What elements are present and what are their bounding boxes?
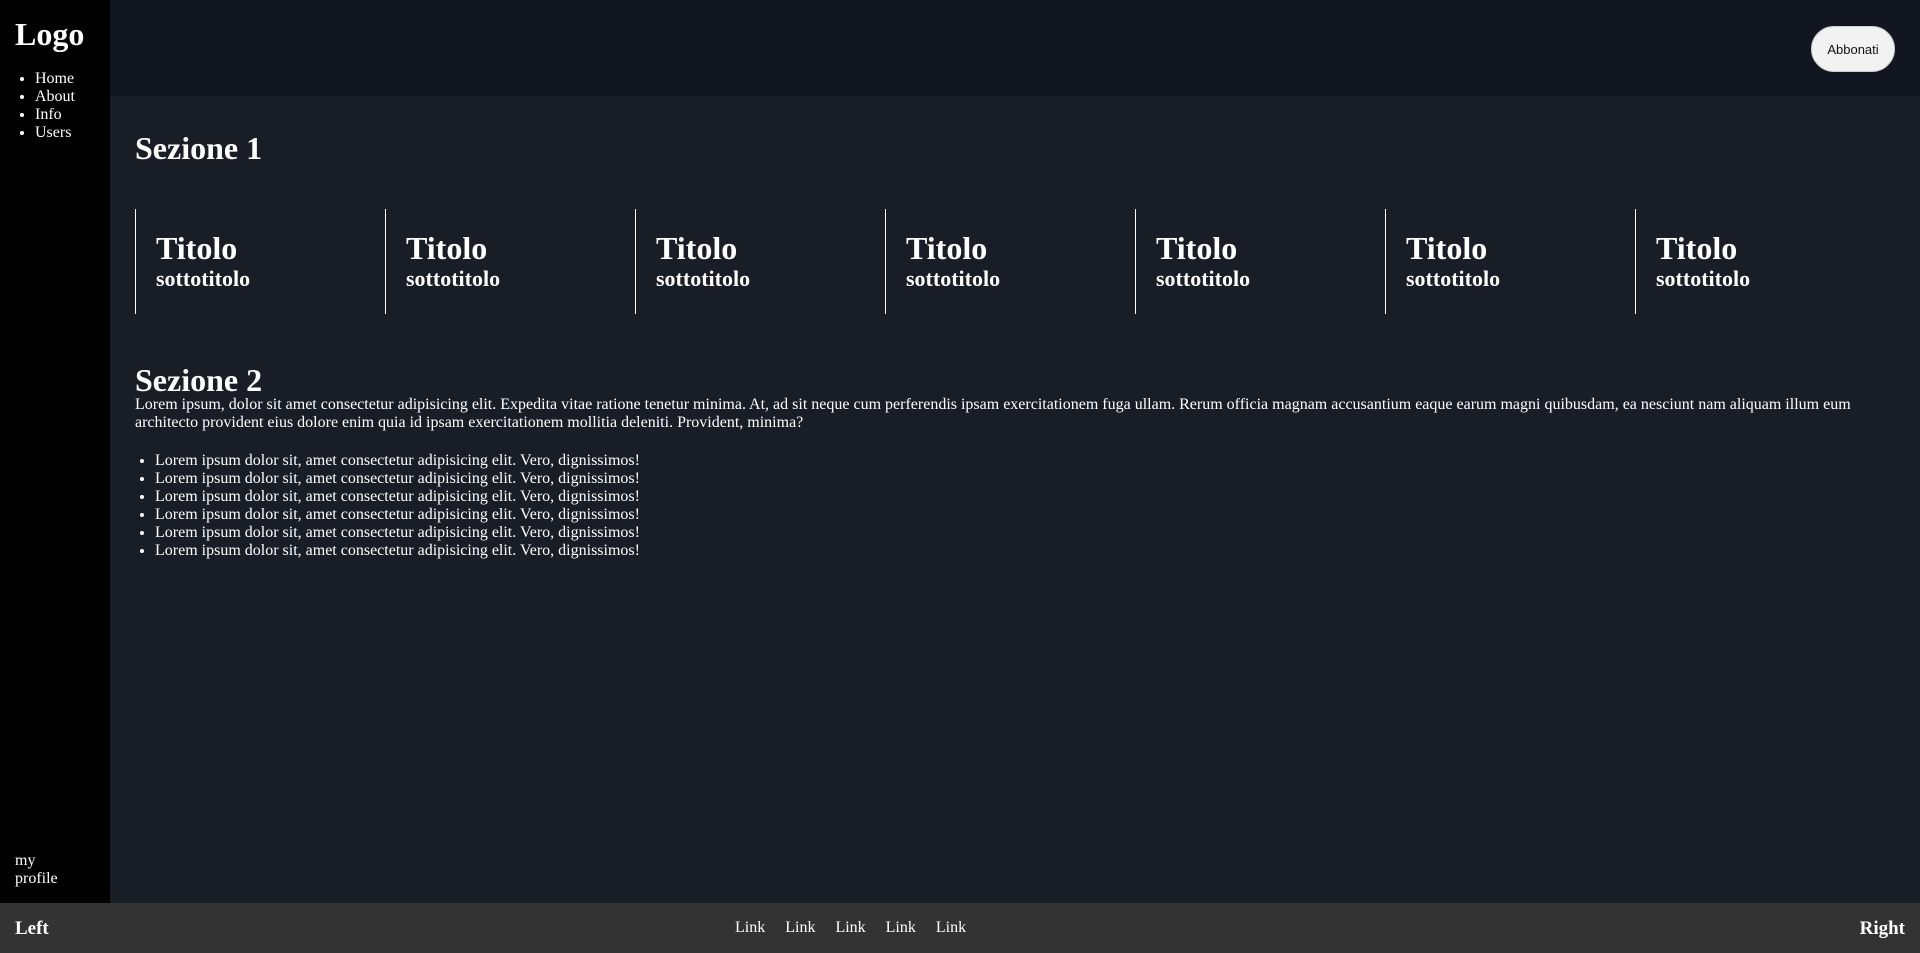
app-root: Logo Home About Info Users my profile Ab…: [0, 0, 1920, 953]
sidebar-item-home: Home: [35, 70, 110, 88]
footer: Left Link Link Link Link Link Right: [0, 903, 1920, 953]
card-title: Titolo: [906, 230, 988, 266]
footer-link[interactable]: Link: [886, 919, 916, 937]
footer-link[interactable]: Link: [835, 919, 865, 937]
footer-right-label: Right: [1859, 918, 1905, 939]
card-title: Titolo: [406, 230, 488, 266]
card: Titolo sottotitolo: [1385, 209, 1635, 314]
card-subtitle: sottotitolo: [1656, 266, 1751, 291]
card-title: Titolo: [656, 230, 738, 266]
card: Titolo sottotitolo: [135, 209, 385, 314]
sidebar-link-info[interactable]: Info: [35, 106, 62, 123]
card-subtitle: sottotitolo: [156, 266, 251, 291]
my-profile-link[interactable]: my profile: [15, 852, 75, 888]
card-row: Titolo sottotitolo Titolo sottotitolo Ti…: [135, 209, 1895, 314]
list-item: Lorem ipsum dolor sit, amet consectetur …: [155, 488, 1895, 506]
card-subtitle: sottotitolo: [406, 266, 501, 291]
footer-link[interactable]: Link: [936, 919, 966, 937]
sidebar-link-users[interactable]: Users: [35, 124, 71, 141]
section-2-paragraph: Lorem ipsum, dolor sit amet consectetur …: [135, 396, 1851, 431]
section-2-title: Sezione 2: [135, 362, 263, 398]
card-title: Titolo: [1156, 230, 1238, 266]
main-content: Sezione 1 Titolo sottotitolo Titolo sott…: [135, 96, 1895, 903]
card-subtitle: sottotitolo: [1156, 266, 1251, 291]
subscribe-button[interactable]: Abbonati: [1811, 26, 1895, 72]
sidebar: Logo Home About Info Users my profile: [0, 0, 110, 903]
card: Titolo sottotitolo: [1135, 209, 1385, 314]
card-subtitle: sottotitolo: [1406, 266, 1501, 291]
card-title: Titolo: [156, 230, 238, 266]
footer-links: Link Link Link Link Link: [735, 919, 986, 937]
footer-link[interactable]: Link: [785, 919, 815, 937]
sidebar-item-about: About: [35, 88, 110, 106]
card-subtitle: sottotitolo: [656, 266, 751, 291]
sidebar-item-info: Info: [35, 106, 110, 124]
sidebar-item-users: Users: [35, 124, 110, 142]
list-item: Lorem ipsum dolor sit, amet consectetur …: [155, 524, 1895, 542]
card-title: Titolo: [1406, 230, 1488, 266]
card: Titolo sottotitolo: [635, 209, 885, 314]
sidebar-nav: Home About Info Users: [15, 70, 110, 142]
card: Titolo sottotitolo: [1635, 209, 1885, 314]
logo[interactable]: Logo: [15, 18, 110, 50]
top-header: Abbonati: [110, 0, 1920, 96]
card-title: Titolo: [1656, 230, 1738, 266]
list-item: Lorem ipsum dolor sit, amet consectetur …: [155, 470, 1895, 488]
footer-left-label: Left: [15, 918, 49, 939]
sidebar-link-about[interactable]: About: [35, 88, 75, 105]
list-item: Lorem ipsum dolor sit, amet consectetur …: [155, 506, 1895, 524]
footer-link[interactable]: Link: [735, 919, 765, 937]
card: Titolo sottotitolo: [385, 209, 635, 314]
bullet-list: Lorem ipsum dolor sit, amet consectetur …: [135, 452, 1895, 560]
section-1-title: Sezione 1: [135, 130, 263, 166]
section-2: Sezione 2 Lorem ipsum, dolor sit amet co…: [135, 364, 1895, 560]
card-subtitle: sottotitolo: [906, 266, 1001, 291]
card: Titolo sottotitolo: [885, 209, 1135, 314]
list-item: Lorem ipsum dolor sit, amet consectetur …: [155, 542, 1895, 560]
list-item: Lorem ipsum dolor sit, amet consectetur …: [155, 452, 1895, 470]
sidebar-link-home[interactable]: Home: [35, 70, 74, 87]
